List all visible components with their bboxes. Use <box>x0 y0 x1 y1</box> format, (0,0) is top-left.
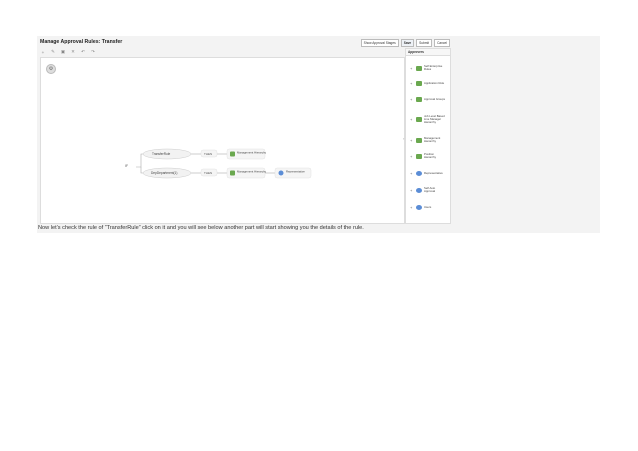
approver-item[interactable]: + Users <box>410 205 446 210</box>
approver-item[interactable]: + Job Level Based Line Manager Hierarchy <box>410 114 446 125</box>
approver-item[interactable]: + Representative <box>410 171 446 176</box>
expand-icon[interactable]: + <box>410 154 414 159</box>
add-icon[interactable]: + <box>40 50 46 55</box>
user-icon <box>278 170 284 176</box>
user-icon <box>416 171 422 176</box>
cancel-button[interactable]: Cancel <box>434 39 450 47</box>
screenshot-frame: Manage Approval Rules: Transfer Show App… <box>37 36 600 233</box>
approver-item[interactable]: + Approval Groups <box>410 97 446 102</box>
approver-label: Representative <box>286 170 305 174</box>
hierarchy-icon <box>416 153 422 159</box>
approver-item[interactable]: + Application Role <box>410 81 446 86</box>
undo-icon[interactable]: ↶ <box>80 49 86 55</box>
approver-item[interactable]: + Management Hierarchy <box>410 136 446 143</box>
expand-icon[interactable]: + <box>410 138 414 143</box>
if-label: IF <box>125 164 128 168</box>
rule-flow-diagram: IF TransferRule THEN Management Hierarch… <box>125 148 312 179</box>
submit-button[interactable]: Submit <box>416 39 433 47</box>
expand-icon[interactable]: + <box>410 188 414 193</box>
approver-item[interactable]: + Self Auto Approval <box>410 186 446 193</box>
then-label: THEN <box>204 152 212 156</box>
rule-canvas[interactable]: ⚙ IF TransferRule THEN Management Hierar… <box>40 57 405 224</box>
approver-label: Management Hierarchy <box>237 170 267 174</box>
expand-icon[interactable]: + <box>410 205 414 210</box>
approver-item[interactable]: + Self Enterprise Rules <box>410 64 446 71</box>
rule-name[interactable]: DepDepartment(1) <box>151 171 177 175</box>
expand-icon[interactable]: + <box>410 171 414 176</box>
expand-icon[interactable]: + <box>410 97 414 102</box>
edit-icon[interactable]: ✎ <box>50 49 56 55</box>
hierarchy-icon <box>416 97 422 102</box>
hierarchy-icon <box>416 137 422 143</box>
rule-name[interactable]: TransferRule <box>152 152 171 156</box>
hierarchy-icon <box>416 65 422 71</box>
user-icon <box>416 187 422 193</box>
approver-item[interactable]: + Position Hierarchy <box>410 152 446 159</box>
approvers-panel-title: Approvers <box>406 49 450 56</box>
approver-label: Management Hierarchy <box>237 151 267 155</box>
hierarchy-icon <box>230 151 235 157</box>
save-button[interactable]: Save <box>400 39 415 47</box>
hierarchy-icon <box>230 170 235 176</box>
copy-icon[interactable]: ▣ <box>60 49 66 55</box>
expand-icon[interactable]: + <box>410 66 414 71</box>
page-title: Manage Approval Rules: Transfer <box>40 39 123 45</box>
top-button-bar: Show Approval Stages Save Submit Cancel <box>360 39 450 47</box>
expand-icon[interactable]: + <box>410 81 414 86</box>
show-approval-stages-button[interactable]: Show Approval Stages <box>360 39 399 47</box>
toolbar: + ✎ ▣ ✕ ↶ ↷ <box>40 48 400 56</box>
approvers-panel: Approvers + Self Enterprise Rules + Applic… <box>405 48 451 224</box>
caption-text: Now let’s check the rule of “TransferRul… <box>38 225 364 231</box>
user-icon <box>416 205 422 210</box>
expand-icon[interactable]: + <box>410 117 414 122</box>
then-label: THEN <box>204 171 212 175</box>
hierarchy-icon <box>416 81 422 86</box>
hierarchy-icon <box>416 117 422 123</box>
delete-icon[interactable]: ✕ <box>70 49 76 55</box>
redo-icon[interactable]: ↷ <box>90 49 96 55</box>
